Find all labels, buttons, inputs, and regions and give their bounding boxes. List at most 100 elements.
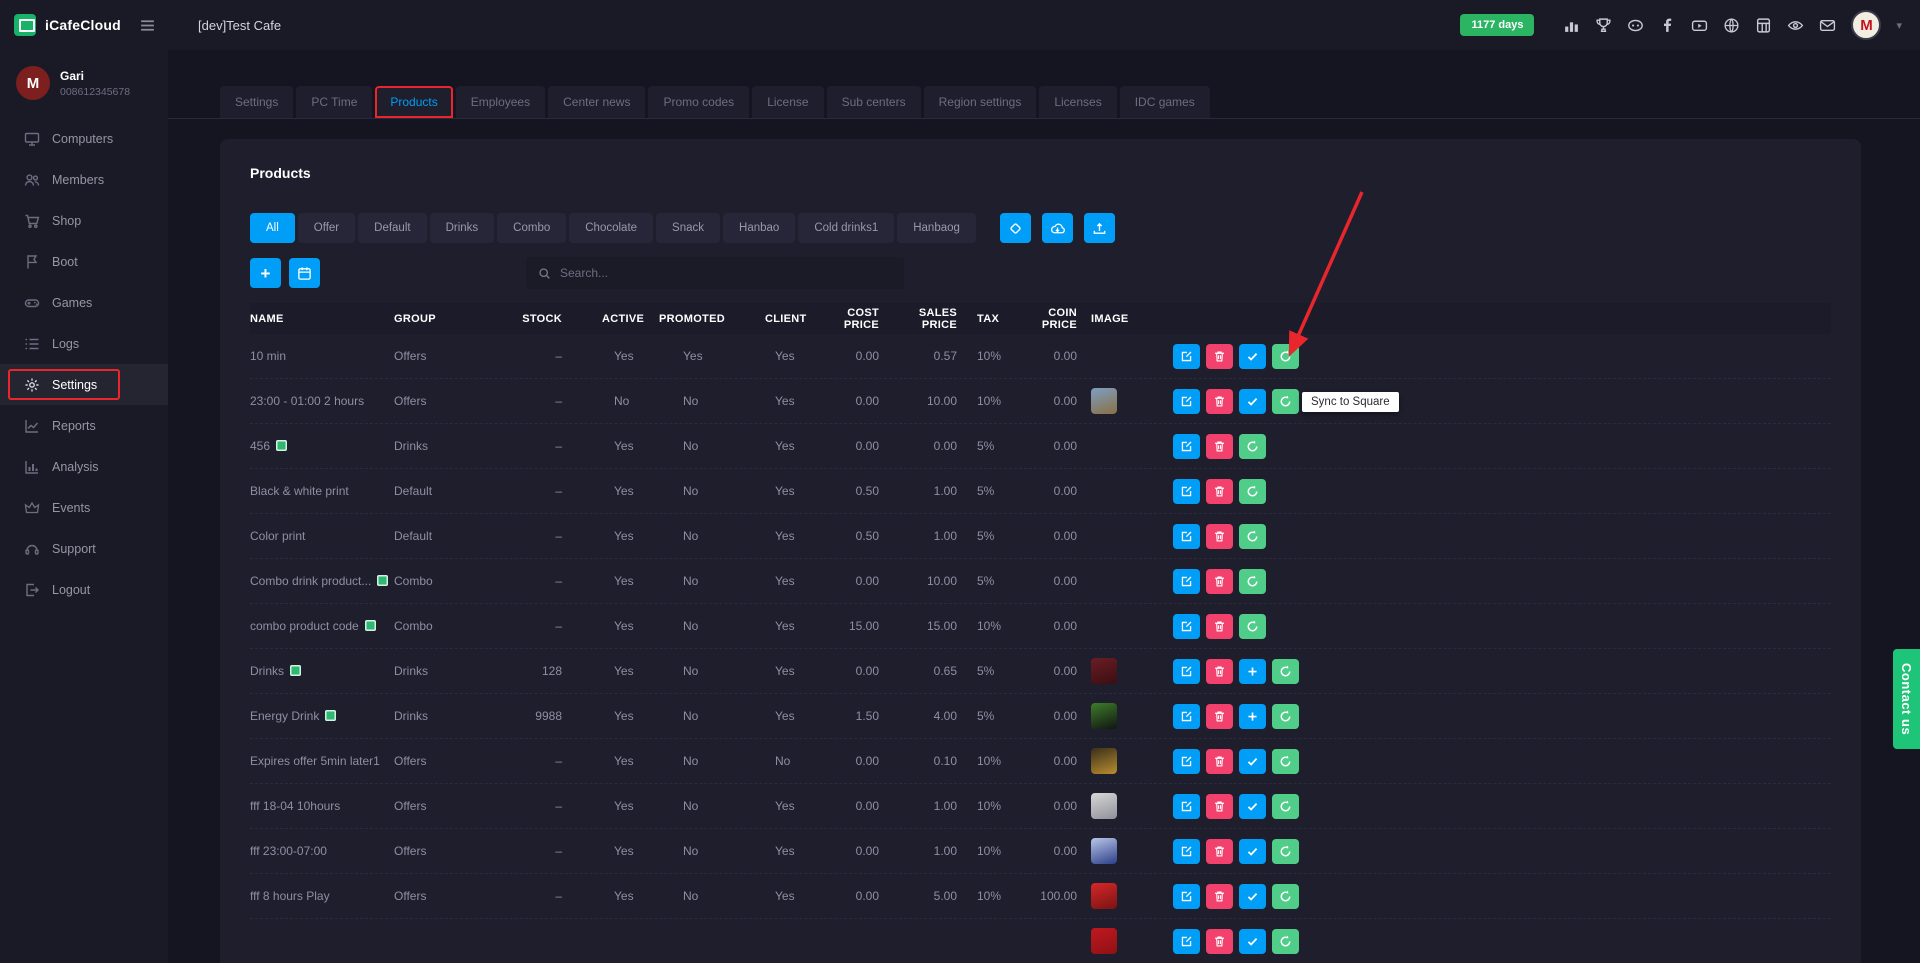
sync-to-square-button[interactable] [1272, 659, 1299, 684]
cloud-download-icon[interactable] [1042, 213, 1073, 243]
delete-button[interactable] [1206, 524, 1233, 549]
sync-to-square-button[interactable] [1272, 704, 1299, 729]
tab-center-news[interactable]: Center news [548, 86, 645, 118]
edit-button[interactable] [1173, 884, 1200, 909]
edit-button[interactable] [1173, 659, 1200, 684]
facebook-icon[interactable] [1659, 17, 1676, 34]
delete-button[interactable] [1206, 659, 1233, 684]
sidebar-item-boot[interactable]: Boot [0, 241, 168, 282]
approve-button[interactable] [1239, 749, 1266, 774]
youtube-icon[interactable] [1691, 17, 1708, 34]
hamburger-icon[interactable] [139, 17, 156, 34]
approve-button[interactable] [1239, 794, 1266, 819]
tab-sub-centers[interactable]: Sub centers [827, 86, 921, 118]
add-product-button[interactable]: + [250, 258, 281, 288]
sidebar-item-computers[interactable]: Computers [0, 118, 168, 159]
filter-all[interactable]: All [250, 213, 295, 243]
add-stock-button[interactable] [1239, 659, 1266, 684]
tab-idc-games[interactable]: IDC games [1120, 86, 1210, 118]
sidebar-item-reports[interactable]: Reports [0, 405, 168, 446]
contact-us-tab[interactable]: Contact us [1893, 649, 1920, 749]
tab-employees[interactable]: Employees [456, 86, 545, 118]
edit-button[interactable] [1173, 434, 1200, 459]
sync-to-square-button[interactable] [1272, 929, 1299, 954]
edit-button[interactable] [1173, 524, 1200, 549]
edit-button[interactable] [1173, 479, 1200, 504]
delete-button[interactable] [1206, 704, 1233, 729]
sidebar-item-support[interactable]: Support [0, 528, 168, 569]
delete-button[interactable] [1206, 434, 1233, 459]
tab-region-settings[interactable]: Region settings [924, 86, 1037, 118]
edit-button[interactable] [1173, 929, 1200, 954]
delete-button[interactable] [1206, 479, 1233, 504]
tab-licenses[interactable]: Licenses [1039, 86, 1116, 118]
analytics-icon[interactable] [1563, 17, 1580, 34]
sync-to-square-button[interactable] [1272, 749, 1299, 774]
delete-button[interactable] [1206, 749, 1233, 774]
search-input[interactable] [560, 266, 892, 280]
sidebar-item-logout[interactable]: Logout [0, 569, 168, 610]
tab-products[interactable]: Products [375, 86, 452, 118]
sidebar-item-logs[interactable]: Logs [0, 323, 168, 364]
add-stock-button[interactable] [1239, 704, 1266, 729]
sync-to-square-button[interactable] [1239, 614, 1266, 639]
globe-icon[interactable] [1723, 17, 1740, 34]
sync-to-square-button[interactable] [1272, 839, 1299, 864]
delete-button[interactable] [1206, 884, 1233, 909]
filter-cold-drinks1[interactable]: Cold drinks1 [798, 213, 894, 243]
tab-license[interactable]: License [752, 86, 823, 118]
delete-button[interactable] [1206, 344, 1233, 369]
filter-hanbaog[interactable]: Hanbaog [897, 213, 976, 243]
tab-settings[interactable]: Settings [220, 86, 293, 118]
sync-to-square-button[interactable] [1272, 389, 1299, 414]
eye-icon[interactable] [1787, 17, 1804, 34]
edit-button[interactable] [1173, 569, 1200, 594]
edit-button[interactable] [1173, 614, 1200, 639]
sidebar-item-members[interactable]: Members [0, 159, 168, 200]
upload-icon[interactable] [1084, 213, 1115, 243]
delete-button[interactable] [1206, 794, 1233, 819]
filter-chocolate[interactable]: Chocolate [569, 213, 653, 243]
sync-to-square-button[interactable] [1239, 524, 1266, 549]
mail-icon[interactable] [1819, 17, 1836, 34]
delete-button[interactable] [1206, 614, 1233, 639]
approve-button[interactable] [1239, 389, 1266, 414]
filter-combo[interactable]: Combo [497, 213, 566, 243]
sync-to-square-button[interactable] [1272, 884, 1299, 909]
sidebar-item-events[interactable]: Events [0, 487, 168, 528]
discord-icon[interactable] [1627, 17, 1644, 34]
trophy-icon[interactable] [1595, 17, 1612, 34]
tab-pc-time[interactable]: PC Time [296, 86, 372, 118]
sync-to-square-button[interactable] [1239, 569, 1266, 594]
sidebar-item-shop[interactable]: Shop [0, 200, 168, 241]
filter-offer[interactable]: Offer [298, 213, 355, 243]
approve-button[interactable] [1239, 839, 1266, 864]
edit-button[interactable] [1173, 344, 1200, 369]
sidebar-item-analysis[interactable]: Analysis [0, 446, 168, 487]
filter-hanbao[interactable]: Hanbao [723, 213, 795, 243]
tab-promo-codes[interactable]: Promo codes [648, 86, 749, 118]
sidebar-item-games[interactable]: Games [0, 282, 168, 323]
calendar-icon[interactable] [289, 258, 320, 288]
approve-button[interactable] [1239, 884, 1266, 909]
edit-button[interactable] [1173, 839, 1200, 864]
delete-button[interactable] [1206, 929, 1233, 954]
diamond-icon[interactable] [1000, 213, 1031, 243]
edit-button[interactable] [1173, 749, 1200, 774]
edit-button[interactable] [1173, 389, 1200, 414]
user-avatar[interactable]: M [1851, 10, 1881, 40]
filter-snack[interactable]: Snack [656, 213, 720, 243]
sidebar-item-settings[interactable]: Settings [0, 364, 168, 405]
edit-button[interactable] [1173, 794, 1200, 819]
edit-button[interactable] [1173, 704, 1200, 729]
delete-button[interactable] [1206, 839, 1233, 864]
sync-to-square-button[interactable] [1239, 434, 1266, 459]
sync-to-square-button[interactable] [1239, 479, 1266, 504]
delete-button[interactable] [1206, 569, 1233, 594]
approve-button[interactable] [1239, 929, 1266, 954]
chevron-down-icon[interactable]: ▾ [1896, 19, 1902, 32]
sync-to-square-button[interactable] [1272, 794, 1299, 819]
calculator-icon[interactable] [1755, 17, 1772, 34]
filter-default[interactable]: Default [358, 213, 426, 243]
delete-button[interactable] [1206, 389, 1233, 414]
